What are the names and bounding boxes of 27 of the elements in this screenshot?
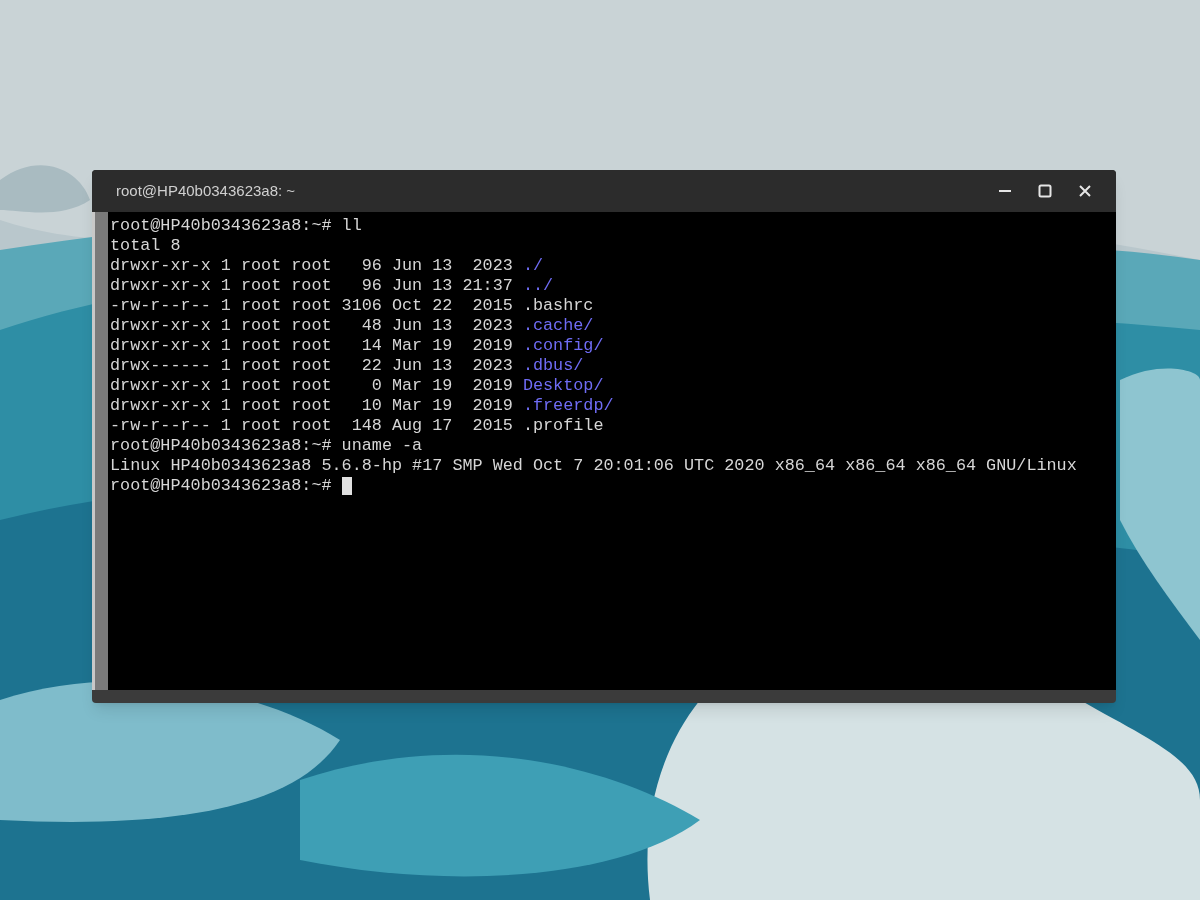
directory-name: ./ (522, 256, 544, 276)
window-title: root@HP40b0343623a8: ~ (116, 180, 297, 201)
close-icon[interactable] (1078, 184, 1092, 198)
terminal-line: total 8 (110, 236, 181, 256)
terminal-line: drwxr-xr-x 1 root root 48 Jun 13 2023 (110, 316, 514, 336)
terminal-line: root@HP40b0343623a8:~# ll (110, 216, 362, 236)
terminal-line: root@HP40b0343623a8:~# uname -a (110, 436, 423, 456)
terminal-line: drwxr-xr-x 1 root root 96 Jun 13 2023 (110, 256, 514, 276)
directory-name: .cache/ (522, 316, 594, 336)
terminal-line: root@HP40b0343623a8:~# (110, 476, 333, 496)
directory-name: .dbus/ (522, 356, 584, 376)
terminal-line: drwxr-xr-x 1 root root 0 Mar 19 2019 (110, 376, 514, 396)
maximize-icon[interactable] (1038, 184, 1052, 198)
terminal-line: -rw-r--r-- 1 root root 3106 Oct 22 2015 (110, 296, 514, 316)
directory-name: ../ (522, 276, 554, 296)
terminal-line: Linux HP40b0343623a8 5.6.8-hp #17 SMP Wed Oct 7 20:01:06 UTC 2020 x86_64 x86_64 x86_64 GNU/Linux (110, 456, 1077, 476)
terminal-line: drwxr-xr-x 1 root root 96 Jun 13 21:37 (110, 276, 514, 296)
terminal-line: -rw-r--r-- 1 root root 148 Aug 17 2015 (110, 416, 514, 436)
directory-name: .freerdp/ (522, 396, 614, 416)
terminal-line: drwxr-xr-x 1 root root 14 Mar 19 2019 (110, 336, 514, 356)
scrollbar[interactable] (92, 212, 108, 690)
directory-name: .config/ (522, 336, 604, 356)
terminal-line: drwxr-xr-x 1 root root 10 Mar 19 2019 (110, 396, 514, 416)
directory-name: Desktop/ (522, 376, 604, 396)
file-name: .bashrc (522, 296, 594, 316)
terminal-line: drwx------ 1 root root 22 Jun 13 2023 (110, 356, 514, 376)
file-name: .profile (522, 416, 604, 436)
